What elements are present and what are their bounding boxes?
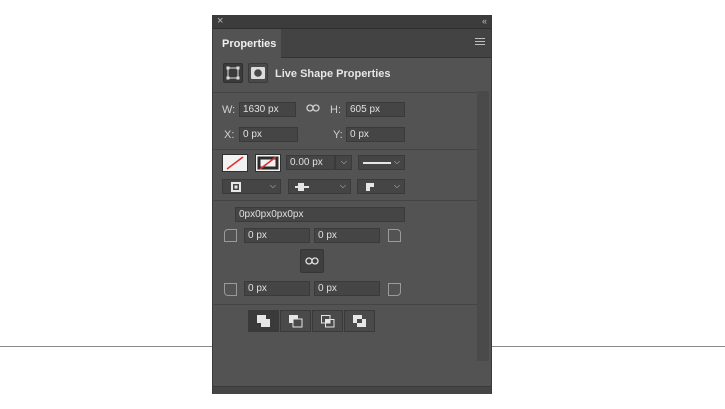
section-divider [213, 149, 477, 150]
collapse-panel-icon[interactable]: ‹‹ [482, 14, 487, 28]
stroke-style-dropdown[interactable]: ⌵ [358, 155, 405, 170]
stroke-corner-dropdown[interactable]: ⌵ [357, 179, 405, 194]
x-field[interactable]: 0 px [239, 127, 298, 142]
properties-panel: × ‹‹ Properties Live Shape Properties W:… [212, 15, 492, 394]
combine-shapes-button[interactable] [248, 310, 279, 332]
subtract-front-button[interactable] [280, 310, 311, 332]
corner-bottom-right-icon [388, 283, 401, 296]
corner-bottom-right-field[interactable]: 0 px [314, 281, 380, 296]
link-icon[interactable] [306, 102, 320, 117]
y-label: Y: [333, 129, 343, 141]
stroke-cap-dropdown[interactable]: ⌵ [288, 179, 351, 194]
chevron-down-icon: ⌵ [269, 181, 276, 190]
corner-top-right-field[interactable]: 0 px [314, 228, 380, 243]
exclude-overlap-button[interactable] [344, 310, 375, 332]
transform-bounds-icon[interactable] [223, 63, 243, 83]
x-label: X: [224, 129, 235, 141]
corner-top-left-icon [224, 229, 237, 242]
section-divider [213, 304, 477, 305]
corner-top-right-icon [388, 229, 401, 242]
chevron-down-icon: ⌵ [393, 181, 400, 190]
stroke-cap-icon [295, 181, 309, 196]
intersect-shapes-icon [321, 315, 335, 331]
stroke-width-dropdown[interactable]: ⌵ [335, 155, 352, 170]
panel-tabbar: Properties [213, 29, 491, 58]
section-divider [213, 92, 477, 93]
section-divider [213, 200, 477, 201]
subtract-front-icon [289, 315, 303, 331]
exclude-overlap-icon [353, 315, 367, 331]
chevron-down-icon: ⌵ [339, 181, 346, 190]
intersect-shapes-button[interactable] [312, 310, 343, 332]
live-shape-title: Live Shape Properties [275, 68, 391, 80]
stroke-swatch-icon[interactable] [255, 154, 281, 172]
panel-resize-bar[interactable] [213, 386, 491, 394]
chevron-down-icon: ⌵ [393, 157, 400, 166]
stroke-align-dropdown[interactable]: ⌵ [222, 179, 281, 194]
panel-titlebar: × ‹‹ [213, 14, 491, 29]
height-field[interactable]: 605 px [346, 102, 405, 117]
width-field[interactable]: 1630 px [239, 102, 296, 117]
mask-icon[interactable] [248, 63, 268, 83]
panel-scrollbar[interactable] [477, 91, 489, 361]
combine-shapes-icon [257, 315, 271, 331]
link-corners-button[interactable] [300, 249, 324, 273]
y-field[interactable]: 0 px [346, 127, 405, 142]
hamburger-menu-icon[interactable] [475, 38, 485, 47]
pathfinder-group [248, 310, 378, 332]
close-icon[interactable]: × [217, 14, 223, 28]
chevron-down-icon: ⌵ [340, 157, 347, 166]
line-style-icon [363, 162, 391, 164]
width-label: W: [222, 104, 236, 116]
stroke-corner-icon [364, 181, 376, 196]
corner-radius-summary-field[interactable]: 0px0px0px0px [235, 207, 405, 222]
corner-bottom-left-icon [224, 283, 237, 296]
no-fill-swatch-icon[interactable] [222, 154, 248, 172]
link-corners-icon [305, 255, 319, 270]
stroke-width-field[interactable]: 0.00 px [286, 155, 335, 170]
height-label: H: [330, 104, 341, 116]
stroke-align-icon [230, 181, 242, 196]
tab-properties[interactable]: Properties [213, 29, 281, 58]
corner-top-left-field[interactable]: 0 px [244, 228, 310, 243]
corner-bottom-left-field[interactable]: 0 px [244, 281, 310, 296]
